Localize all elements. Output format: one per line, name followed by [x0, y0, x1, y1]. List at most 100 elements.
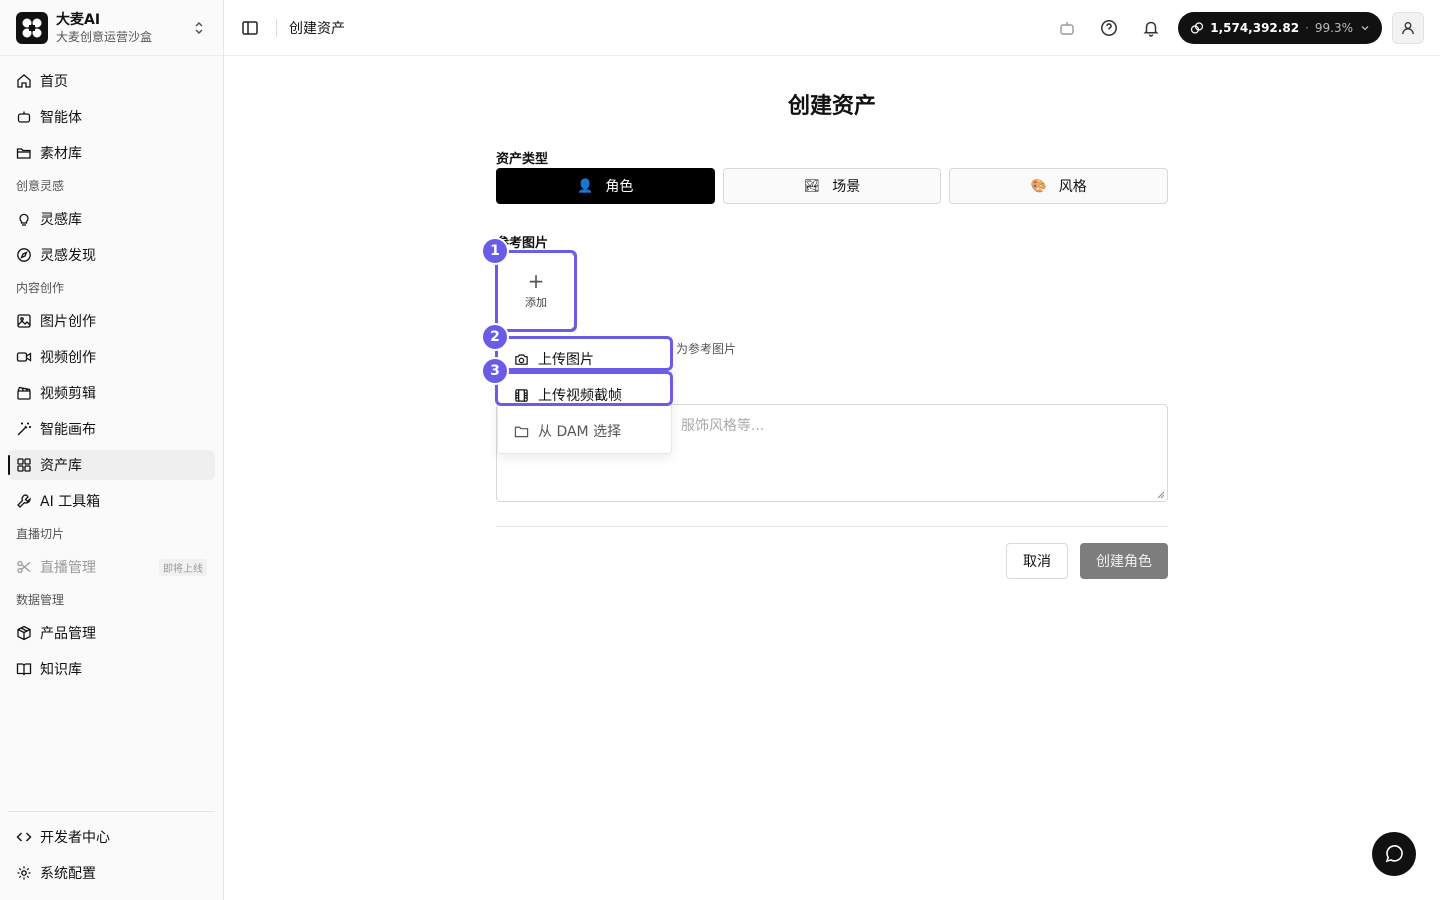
code-icon	[16, 832, 32, 842]
coming-soon-badge: 即将上线	[159, 558, 207, 576]
sidebar-toggle-icon[interactable]	[240, 18, 260, 38]
sidebar-item-home[interactable]: 首页	[8, 66, 215, 96]
sidebar-item-label: 直播管理	[40, 560, 96, 576]
camera-icon	[515, 353, 528, 365]
brand-subtitle: 大麦创意运营沙盒	[56, 29, 153, 44]
sidebar-item-label: 素材库	[40, 146, 82, 162]
nav-group-data: 数据管理	[16, 593, 65, 607]
sidebar-item-knowledge[interactable]: 知识库	[8, 654, 215, 684]
asset-type-selector: 👤 角色 🏞 场景 🎨 风格	[496, 168, 1169, 204]
clapperboard-icon	[17, 386, 31, 400]
sidebar-item-video-create[interactable]: 视频创作	[8, 342, 215, 372]
add-image-menu: 上传图片 上传视频截帧 从 DAM 选择	[497, 338, 672, 454]
nav-group-live: 直播切片	[16, 527, 65, 541]
sidebar-item-video-edit[interactable]: 视频剪辑	[8, 378, 215, 408]
coins-icon	[1191, 21, 1204, 34]
grid-icon	[17, 458, 31, 472]
sidebar-nav: 首页 智能体 素材库 创意灵感 灵感库 灵感发现 内容创作 图片创作 视频创作	[0, 56, 223, 684]
sidebar-item-assets[interactable]: 资产库	[8, 450, 215, 480]
annotation-badge-3: 3	[481, 357, 509, 385]
package-icon	[17, 625, 31, 641]
nav-group-creative: 创意灵感	[16, 179, 65, 193]
sidebar-item-image-create[interactable]: 图片创作	[8, 306, 215, 336]
credits-dropdown[interactable]: 1,574,392.82 · 99.3%	[1178, 11, 1382, 44]
menu-item-from-dam[interactable]: 从 DAM 选择	[498, 413, 673, 449]
add-label: 添加	[525, 296, 547, 309]
sidebar-item-label: 视频创作	[40, 350, 96, 366]
bot-icon[interactable]	[1058, 19, 1076, 37]
create-character-button[interactable]: 创建角色	[1080, 543, 1168, 579]
person-icon: 👤	[577, 178, 594, 194]
resize-handle-icon[interactable]	[1157, 491, 1165, 499]
sidebar-item-label: 灵感库	[40, 212, 82, 228]
sidebar-item-label: 资产库	[40, 458, 82, 474]
brand-logo	[16, 11, 48, 44]
sidebar-item-label: 首页	[40, 74, 68, 90]
type-character-button[interactable]: 👤 角色	[496, 168, 715, 204]
chat-button[interactable]	[1372, 832, 1416, 876]
form-divider	[496, 526, 1168, 527]
sidebar-item-label: 灵感发现	[40, 248, 96, 264]
magic-wand-icon	[17, 422, 31, 436]
type-label: 角色	[605, 179, 634, 195]
annotation-badge-1: 1	[481, 237, 509, 265]
nav-group-content: 内容创作	[16, 281, 65, 295]
film-icon	[515, 388, 528, 402]
lightbulb-icon	[19, 213, 29, 226]
home-icon	[17, 74, 31, 88]
bell-icon[interactable]	[1142, 19, 1160, 37]
sidebar-item-label: 知识库	[40, 662, 82, 678]
sidebar-item-product-manage[interactable]: 产品管理	[8, 618, 215, 648]
compass-icon	[17, 248, 31, 262]
reference-hint: 为参考图片	[676, 342, 737, 356]
type-style-button[interactable]: 🎨 风格	[949, 168, 1169, 204]
sidebar-item-smart-canvas[interactable]: 智能画布	[8, 414, 215, 444]
menu-item-upload-image[interactable]: 上传图片	[498, 341, 673, 377]
sidebar-item-inspiration-library[interactable]: 灵感库	[8, 204, 215, 234]
chevron-down-icon	[1361, 25, 1369, 30]
credit-percent: 99.3%	[1314, 20, 1353, 35]
menu-item-upload-video-frame[interactable]: 上传视频截帧	[498, 377, 673, 413]
page-title: 创建资产	[787, 94, 876, 119]
landscape-icon: 🏞	[803, 178, 821, 194]
gear-icon	[17, 866, 31, 880]
help-icon[interactable]	[1100, 19, 1118, 37]
user-icon	[1402, 21, 1414, 34]
breadcrumb: 创建资产	[289, 20, 345, 37]
sidebar-item-settings[interactable]: 系统配置	[8, 858, 215, 888]
plus-icon: +	[527, 269, 545, 293]
sidebar-item-label: 智能画布	[40, 422, 96, 438]
folder-icon	[514, 426, 529, 437]
textarea-placeholder: 、服饰风格等...	[667, 418, 765, 434]
sidebar-item-agents[interactable]: 智能体	[8, 102, 215, 132]
sidebar-item-developer[interactable]: 开发者中心	[8, 822, 215, 852]
menu-item-label: 上传图片	[538, 352, 594, 368]
sidebar-item-label: 系统配置	[40, 866, 96, 882]
sidebar-footer: 开发者中心 系统配置	[8, 811, 215, 894]
cancel-button[interactable]: 取消	[1006, 543, 1068, 579]
menu-item-label: 从 DAM 选择	[538, 424, 622, 440]
sidebar-item-label: 视频剪辑	[40, 386, 96, 402]
avatar[interactable]	[1392, 11, 1424, 44]
book-open-icon	[16, 663, 32, 676]
menu-item-label: 上传视频截帧	[538, 388, 622, 404]
add-reference-image-button[interactable]: + 添加	[497, 252, 575, 330]
workspace-switcher[interactable]: 大麦AI 大麦创意运营沙盒	[0, 0, 223, 56]
image-icon	[17, 314, 31, 328]
folder-open-icon	[16, 148, 31, 159]
sidebar-item-label: 开发者中心	[40, 830, 110, 846]
type-label: 场景	[832, 179, 861, 195]
sidebar-item-inspiration-discover[interactable]: 灵感发现	[8, 240, 215, 270]
sidebar-item-label: 智能体	[40, 110, 82, 126]
sidebar-item-label: 图片创作	[40, 314, 96, 330]
annotation-badge-2: 2	[481, 323, 509, 351]
sidebar-item-ai-toolbox[interactable]: AI 工具箱	[8, 486, 215, 516]
asset-type-label: 资产类型	[496, 152, 549, 167]
divider	[276, 18, 277, 37]
sidebar-item-label: AI 工具箱	[40, 494, 101, 510]
sidebar-item-materials[interactable]: 素材库	[8, 138, 215, 168]
type-scene-button[interactable]: 🏞 场景	[722, 168, 942, 204]
palette-icon: 🎨	[1030, 178, 1047, 194]
wrench-icon	[17, 494, 31, 508]
credit-balance: 1,574,392.82	[1210, 20, 1300, 35]
